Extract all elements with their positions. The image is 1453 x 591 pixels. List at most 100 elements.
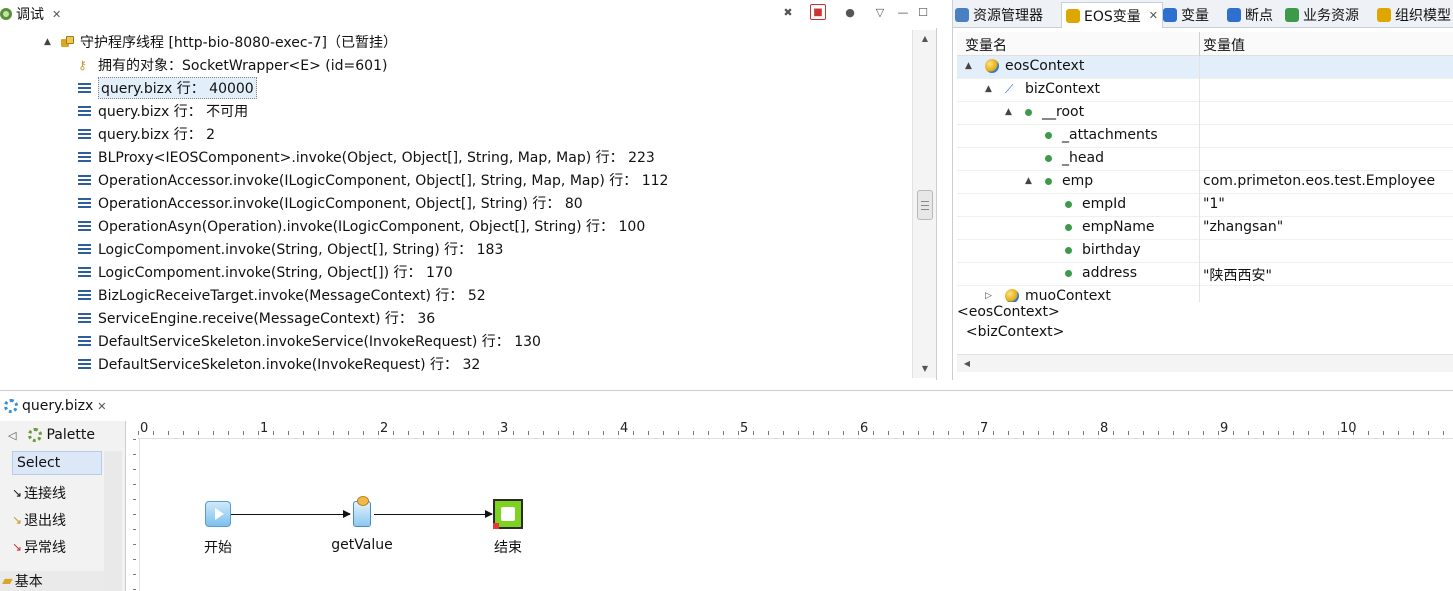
column-header-name[interactable]: 变量名 [965,35,1007,55]
stack-frame[interactable]: BLProxy<IEOSComponent>.invoke(Object, Ob… [78,145,655,168]
stack-frame[interactable]: LogicCompoment.invoke(String, Object[]) … [78,260,453,283]
variable-row[interactable]: address "陕西西安" [957,263,1453,286]
variable-row[interactable]: ▲ eosContext [957,56,1453,79]
variables-horizontal-scrollbar[interactable]: ◀ [957,354,1453,372]
variable-detail-pane[interactable]: <eosContext> <bizContext> [957,304,1453,354]
palette-icon [28,428,43,442]
variable-row[interactable]: _attachments [957,125,1453,148]
stack-frame[interactable]: BizLogicReceiveTarget.invoke(MessageCont… [78,283,486,306]
variable-value: "zhangsan" [1203,219,1284,235]
tab-business-resource[interactable]: 业务资源 [1285,2,1359,28]
close-icon[interactable]: ✕ [52,8,61,21]
stack-frame[interactable]: DefaultServiceSkeleton.invokeService(Inv… [78,329,541,352]
ruler-label: 10 [1340,421,1357,436]
close-icon[interactable]: ✕ [97,400,106,413]
variable-name: muoContext [1025,288,1111,302]
tab-variables[interactable]: 变量 [1163,2,1209,28]
tab-eos-variables[interactable]: EOS变量 ✕ [1061,2,1163,28]
owned-monitor-node[interactable]: ⚷ 拥有的对象：SocketWrapper<E> (id=601) [78,53,387,76]
variable-name-cell: _attachments [1025,127,1158,143]
tab-org-model[interactable]: 组织模型 [1377,2,1451,28]
logic-node-icon [353,496,371,527]
key-icon: ⚷ [78,57,87,72]
variable-row[interactable]: _head [957,148,1453,171]
stack-frame[interactable]: LogicCompoment.invoke(String, Object[], … [78,237,503,260]
tab-label: 资源管理器 [973,8,1043,24]
palette-header[interactable]: ◁ Palette [0,423,126,447]
tab-query-bizx[interactable]: query.bizx ✕ [0,393,111,419]
ruler-label: 0 [140,421,149,436]
palette-title: Palette [46,427,95,443]
variable-name-cell: empName [1045,219,1154,235]
tab-breakpoints[interactable]: 断点 [1227,2,1273,28]
palette-item-exception-label: 异常线 [24,540,67,556]
minimize-icon[interactable]: — [895,4,911,20]
variable-value: com.primeton.eos.test.Employee [1203,173,1436,189]
tree-row-label: ServiceEngine.receive(MessageContext) 行：… [98,310,436,327]
variable-name-cell: ▲ __root [1005,104,1084,120]
folder-icon: ▰ [2,573,13,589]
tab-label: 组织模型 [1395,8,1451,24]
thread-icon [60,35,74,49]
expand-arrow-icon[interactable]: ▷ [985,291,1005,301]
scroll-up-arrow-icon[interactable]: ▲ [913,30,937,46]
expand-arrow-icon[interactable]: ▲ [985,84,1005,94]
thread-node[interactable]: ▲ 守护程序线程 [http-bio-8080-exec-7]（已暂挂） [44,30,397,53]
variable-row[interactable]: empName "zhangsan" [957,217,1453,240]
variable-row[interactable]: ▷ muoContext [957,286,1453,302]
variable-row[interactable]: ▲ emp com.primeton.eos.test.Employee [957,171,1453,194]
palette-item-exception[interactable]: ↘ 异常线 [12,535,66,559]
tree-row-label: BizLogicReceiveTarget.invoke(MessageCont… [98,287,486,304]
tab-explorer[interactable]: 资源管理器 [955,2,1043,28]
stack-frame[interactable]: query.bizx 行： 40000 [78,76,257,99]
field-dot-icon [1045,154,1052,162]
scroll-down-arrow-icon[interactable]: ▼ [913,360,937,376]
stack-frame[interactable]: OperationAccessor.invoke(ILogicComponent… [78,191,583,214]
step-filters-icon[interactable]: ● [842,4,858,20]
variable-row[interactable]: ▲ __root [957,102,1453,125]
stack-frame[interactable]: query.bizx 行： 2 [78,122,215,145]
maximize-icon[interactable]: ☐ [915,4,931,20]
variable-row[interactable]: ▲ ⟋ bizContext [957,79,1453,102]
palette-group-basic[interactable]: ▰ 基本 [0,571,104,591]
stack-frame[interactable]: query.bizx 行： 不可用 [78,99,248,122]
expand-arrow-icon[interactable]: ▲ [965,61,985,71]
breakpoints-icon [1227,8,1241,22]
palette-item-connection[interactable]: ↘ 连接线 [12,481,66,505]
node-start[interactable]: 开始 [190,501,246,557]
explorer-icon [955,8,969,22]
stack-frame[interactable]: ServiceEngine.receive(MessageContext) 行：… [78,306,435,329]
palette-scrollbar[interactable] [104,451,122,591]
tree-row-label: query.bizx 行： 2 [98,126,216,143]
debug-vertical-scrollbar[interactable]: ▲ ▼ [912,30,936,378]
expand-arrow-icon[interactable]: ▲ [44,37,54,47]
variable-row[interactable]: birthday [957,240,1453,263]
column-header-value[interactable]: 变量值 [1203,35,1245,55]
stack-frame[interactable]: OperationAccessor.invoke(ILogicComponent… [78,168,668,191]
tab-debug[interactable]: 调试 ✕ [0,1,61,27]
close-icon[interactable]: ✕ [1149,9,1158,22]
remove-terminated-icon[interactable]: ✖ [780,4,796,20]
palette-item-exit[interactable]: ↘ 退出线 [12,508,66,532]
variable-name: __root [1042,104,1085,120]
variable-name: address [1082,265,1138,281]
variables-tree-table: ▲ eosContext ▲ ⟋ bizContext ▲ __root _attachmen… [957,56,1453,302]
ruler-label: 1 [260,421,269,436]
diagram-canvas[interactable]: 开始 getValue 结束 [140,439,1453,591]
tree-row-label: 拥有的对象：SocketWrapper<E> (id=601) [98,57,388,74]
ruler-label: 4 [620,421,629,436]
view-menu-icon[interactable]: ▽ [872,4,888,20]
expand-arrow-icon[interactable]: ▲ [1025,176,1045,186]
expand-arrow-icon[interactable]: ▲ [1005,107,1025,117]
palette-select-tool[interactable]: Select [12,451,102,475]
collapse-arrow-icon[interactable]: ◁ [8,429,16,442]
node-end[interactable]: 结束 [486,499,530,557]
scroll-left-arrow-icon[interactable]: ◀ [959,355,975,371]
node-getvalue[interactable]: getValue [322,496,402,553]
ruler-label: 2 [380,421,389,436]
stack-frame[interactable]: OperationAsyn(Operation).invoke(ILogicCo… [78,214,645,237]
scrollbar-thumb[interactable] [917,190,933,220]
terminate-icon[interactable]: ■ [810,4,826,20]
variable-row[interactable]: empId "1" [957,194,1453,217]
stack-frame[interactable]: DefaultServiceSkeleton.invoke(InvokeRequ… [78,352,480,375]
